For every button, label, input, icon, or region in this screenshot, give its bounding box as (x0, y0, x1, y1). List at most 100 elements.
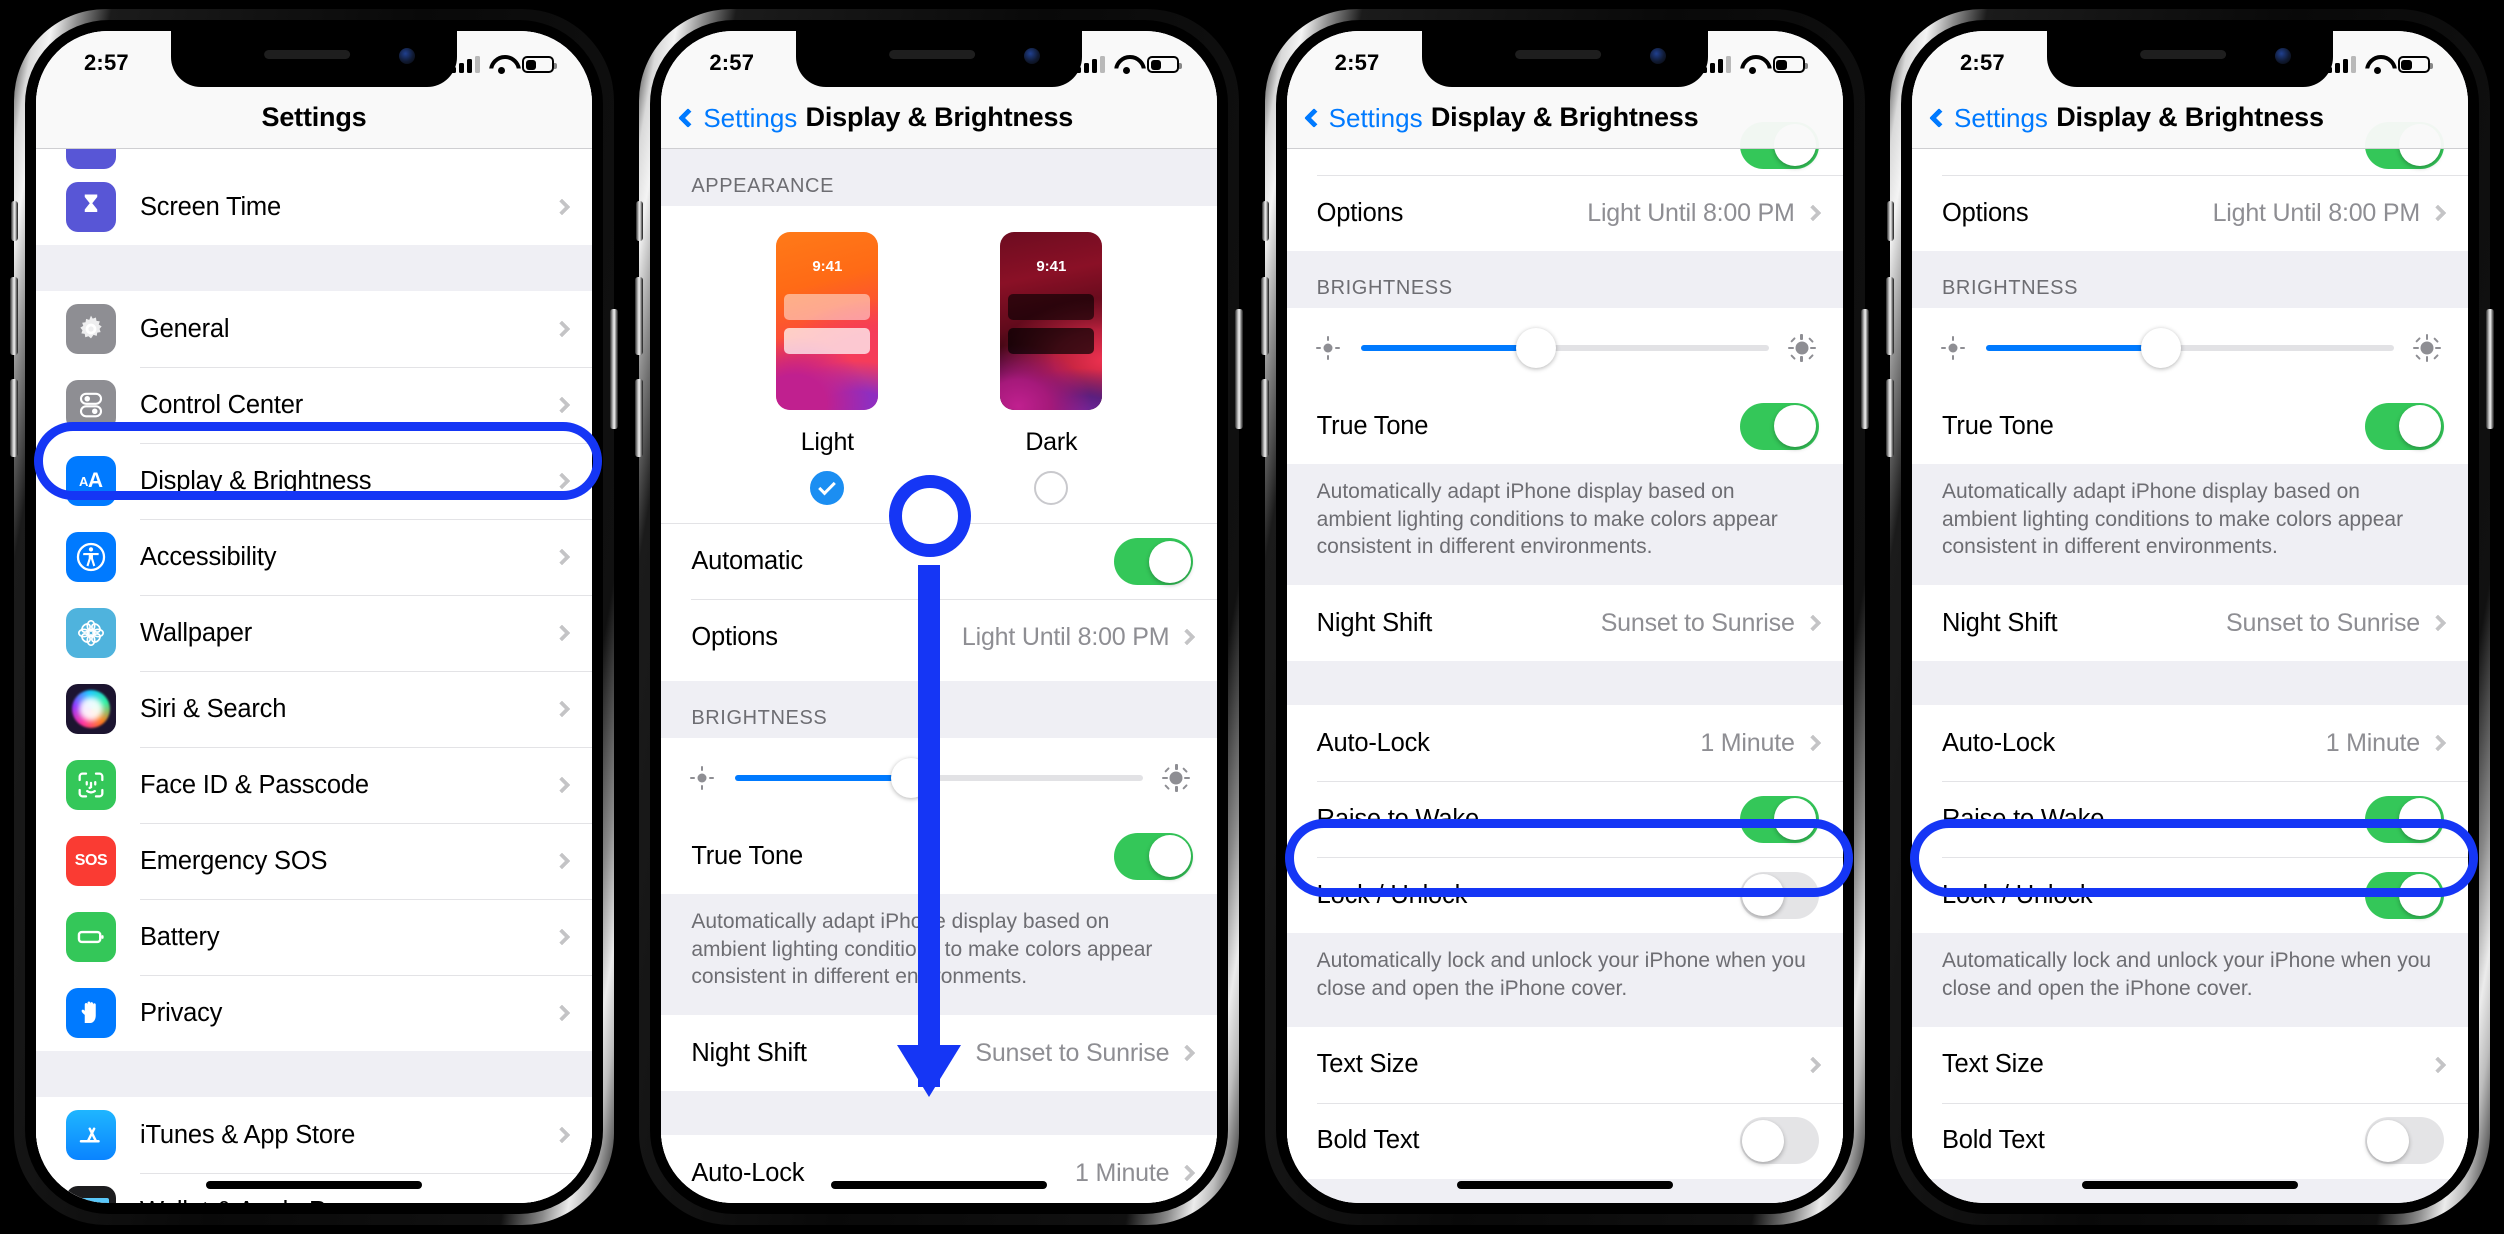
mute-switch[interactable] (1261, 201, 1269, 241)
home-indicator[interactable] (1456, 1181, 1673, 1189)
sidebar-item-general[interactable]: General (36, 291, 592, 367)
power-button[interactable] (2485, 309, 2494, 429)
power-button[interactable] (1235, 309, 1244, 429)
volume-up-button[interactable] (635, 277, 644, 355)
row-text-size[interactable]: Text Size (1286, 1026, 1843, 1103)
status-time: 2:57 (1959, 50, 2005, 75)
lock-unlock-toggle[interactable] (2364, 871, 2444, 919)
row-raise-to-wake[interactable]: Raise to Wake (1286, 781, 1843, 858)
row-automatic-partial[interactable] (1911, 121, 2468, 175)
settings-list-container[interactable]: Screen Time General Control Center A A D… (36, 31, 592, 1203)
true-tone-toggle[interactable] (2364, 402, 2444, 450)
back-button[interactable]: Settings (678, 89, 797, 147)
row-night-shift[interactable]: Night Shift Sunset to Sunrise (1286, 585, 1843, 662)
volume-down-button[interactable] (1885, 379, 1894, 457)
status-indicators (451, 45, 557, 74)
settings-scroll[interactable]: Screen Time General Control Center A A D… (36, 149, 592, 1203)
sidebar-item-emergency-sos[interactable]: SOS Emergency SOS (36, 823, 592, 899)
page-title: Display & Brightness (1430, 102, 1699, 132)
home-indicator[interactable] (206, 1181, 422, 1189)
sidebar-item-wallpaper[interactable]: Wallpaper (36, 595, 592, 671)
sidebar-item-accessibility[interactable]: Accessibility (36, 519, 592, 595)
back-button[interactable]: Settings (1929, 89, 2048, 147)
display-brightness-container[interactable]: Options Light Until 8:00 PM BRIGHTNESS T… (1911, 31, 2468, 1203)
row-lock-unlock[interactable]: Lock / Unlock (1286, 857, 1843, 934)
row-raise-to-wake[interactable]: Raise to Wake (1911, 781, 2468, 858)
true-tone-toggle[interactable] (1739, 402, 1819, 450)
settings-scroll[interactable]: Options Light Until 8:00 PM BRIGHTNESS T… (1286, 121, 1843, 1203)
row-bold-text[interactable]: Bold Text (1286, 1102, 1843, 1179)
volume-up-button[interactable] (1885, 277, 1894, 355)
automatic-toggle[interactable] (1114, 538, 1194, 585)
row-auto-lock[interactable]: Auto-Lock 1 Minute (1286, 705, 1843, 782)
row-auto-lock[interactable]: Auto-Lock 1 Minute (1911, 705, 2468, 782)
sidebar-item-control-center[interactable]: Control Center (36, 367, 592, 443)
partial-row (36, 149, 592, 169)
radio-dark[interactable] (1034, 471, 1069, 505)
mute-switch[interactable] (1886, 201, 1894, 241)
sidebar-item-privacy[interactable]: Privacy (36, 975, 592, 1051)
row-options[interactable]: Options Light Until 8:00 PM (1286, 175, 1843, 251)
sidebar-item-face-id-passcode[interactable]: Face ID & Passcode (36, 747, 592, 823)
true-tone-toggle[interactable] (1114, 832, 1194, 880)
display-brightness-container[interactable]: Options Light Until 8:00 PM BRIGHTNESS T… (1286, 31, 1843, 1203)
lock-unlock-toggle[interactable] (1739, 871, 1819, 919)
light-preview-thumbnail[interactable]: 9:41 (776, 232, 879, 410)
row-label: Control Center (140, 390, 304, 419)
back-button[interactable]: Settings (1303, 89, 1423, 147)
raise-to-wake-toggle[interactable] (1739, 795, 1819, 843)
brightness-slider-track[interactable] (1360, 328, 1769, 368)
chevron-right-icon (553, 1126, 571, 1144)
radio-light-selected[interactable] (810, 471, 845, 505)
appearance-option-dark[interactable]: 9:41 Dark (981, 232, 1121, 505)
row-label: Bold Text (1316, 1126, 1420, 1155)
row-auto-lock[interactable]: Auto-Lock 1 Minute (661, 1135, 1218, 1203)
text-group: Text Size Bold Text (1286, 1026, 1843, 1179)
brightness-slider-row[interactable] (1911, 308, 2468, 388)
text-group: Text Size Bold Text (1911, 1026, 2468, 1179)
row-text-size[interactable]: Text Size (1911, 1026, 2468, 1103)
chevron-right-icon (1178, 628, 1196, 646)
brightness-slider-row[interactable] (1286, 308, 1843, 388)
mute-switch[interactable] (11, 201, 18, 241)
volume-down-button[interactable] (635, 379, 644, 457)
dark-preview-thumbnail[interactable]: 9:41 (1000, 232, 1103, 410)
true-tone-description: Automatically adapt iPhone display based… (1911, 464, 2468, 586)
sidebar-item-itunes-app-store[interactable]: iTunes & App Store (36, 1097, 592, 1173)
volume-down-button[interactable] (1260, 379, 1269, 457)
row-value: Sunset to Sunrise (975, 1038, 1170, 1067)
row-automatic-partial[interactable] (1286, 121, 1843, 175)
home-indicator[interactable] (831, 1181, 1048, 1189)
bold-text-toggle[interactable] (1739, 1117, 1819, 1165)
row-value: Sunset to Sunrise (2226, 608, 2420, 637)
row-true-tone[interactable]: True Tone (1911, 388, 2468, 464)
notch (796, 31, 1083, 87)
chevron-right-icon (2429, 1056, 2447, 1074)
bold-text-toggle[interactable] (2364, 1117, 2444, 1165)
settings-scroll[interactable]: Options Light Until 8:00 PM BRIGHTNESS T… (1911, 121, 2468, 1203)
group-gap (1911, 661, 2468, 706)
volume-up-button[interactable] (1260, 277, 1269, 355)
power-button[interactable] (610, 309, 618, 429)
mute-switch[interactable] (636, 201, 644, 241)
phone-4-lock-unlock-on: Options Light Until 8:00 PM BRIGHTNESS T… (1885, 9, 2494, 1225)
home-indicator[interactable] (2081, 1181, 2298, 1189)
appearance-option-light[interactable]: 9:41 Light (757, 232, 897, 505)
sidebar-item-siri-search[interactable]: Siri & Search (36, 671, 592, 747)
lock-unlock-description: Automatically lock and unlock your iPhon… (1286, 933, 1843, 1027)
row-night-shift[interactable]: Night Shift Sunset to Sunrise (1911, 585, 2468, 662)
sidebar-item-screen-time[interactable]: Screen Time (36, 169, 592, 245)
row-options[interactable]: Options Light Until 8:00 PM (1911, 175, 2468, 251)
row-true-tone[interactable]: True Tone (1286, 388, 1843, 464)
power-button[interactable] (1860, 309, 1869, 429)
appearance-tail-group: Options Light Until 8:00 PM (1911, 121, 2468, 251)
row-bold-text[interactable]: Bold Text (1911, 1102, 2468, 1179)
sidebar-item-display-brightness[interactable]: AA Display & Brightness (36, 443, 592, 519)
row-lock-unlock[interactable]: Lock / Unlock (1911, 857, 2468, 934)
sidebar-item-battery[interactable]: Battery (36, 899, 592, 975)
brightness-slider-track[interactable] (1985, 328, 2394, 368)
raise-to-wake-toggle[interactable] (2364, 795, 2444, 843)
volume-up-button[interactable] (10, 277, 18, 355)
volume-down-button[interactable] (10, 379, 18, 457)
brightness-group: True Tone (1911, 308, 2468, 464)
